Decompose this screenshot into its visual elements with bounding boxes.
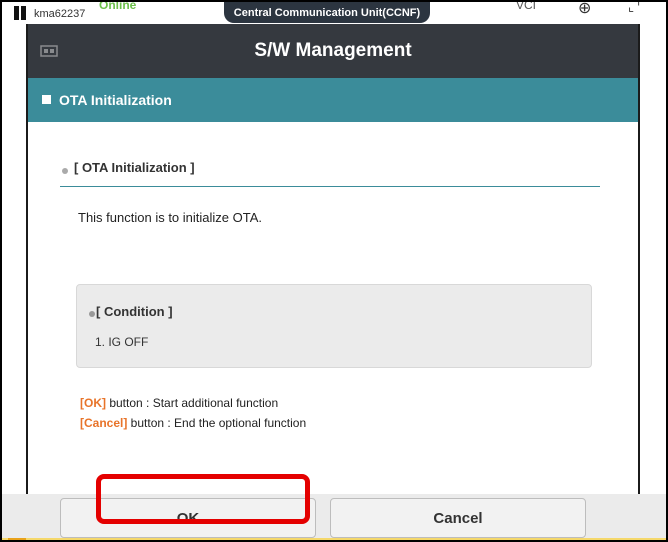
- function-description: This function is to initialize OTA.: [78, 210, 262, 225]
- bottom-strip-accent: [8, 538, 26, 540]
- condition-box: [ Condition ] 1. IG OFF: [76, 284, 592, 368]
- ok-note-text: button : Start additional function: [106, 396, 279, 410]
- app-window: kma62237 Online Central Communication Un…: [0, 0, 668, 542]
- bottom-strip: [2, 538, 666, 540]
- condition-title: [ Condition ]: [96, 304, 173, 319]
- page-header: S/W Management: [28, 24, 638, 78]
- bullet-square-icon: [42, 95, 51, 104]
- cancel-button[interactable]: Cancel: [330, 498, 586, 538]
- settings-icon[interactable]: ⊕: [578, 2, 591, 18]
- vci-indicator: VCI: [516, 0, 537, 12]
- connection-status: Online: [99, 0, 137, 12]
- page-title: S/W Management: [254, 40, 412, 61]
- top-status-bar: kma62237 Online Central Communication Un…: [2, 2, 666, 24]
- ok-highlight-annotation: [96, 474, 310, 524]
- expand-icon[interactable]: ⌞⌝: [628, 2, 640, 15]
- unit-tab[interactable]: Central Communication Unit(CCNF): [224, 2, 430, 23]
- content-panel: [ OTA Initialization ] This function is …: [28, 122, 638, 494]
- cancel-note-text: button : End the optional function: [127, 416, 307, 430]
- panel-border-right: [638, 24, 640, 494]
- bullet-dot-icon: [62, 168, 68, 174]
- logo-icon: [14, 6, 28, 20]
- condition-item: 1. IG OFF: [95, 335, 149, 349]
- ok-note: [OK] button : Start additional function: [80, 396, 278, 410]
- user-id: kma62237: [34, 8, 86, 20]
- cancel-note-key: [Cancel]: [80, 416, 128, 430]
- ok-note-key: [OK]: [80, 396, 106, 410]
- section-header: OTA Initialization: [28, 78, 638, 122]
- cancel-note: [Cancel] button : End the optional funct…: [80, 416, 306, 430]
- sub-heading-text: [ OTA Initialization ]: [74, 160, 195, 175]
- section-title: OTA Initialization: [59, 92, 172, 108]
- bullet-dot-icon: [89, 311, 95, 317]
- sub-heading: [ OTA Initialization ]: [60, 160, 600, 187]
